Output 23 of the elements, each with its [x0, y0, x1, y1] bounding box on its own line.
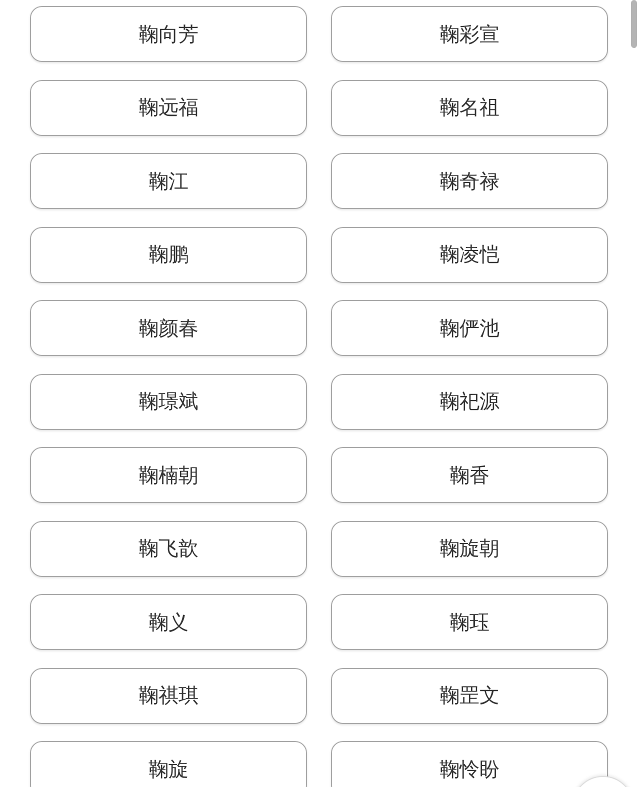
name-button[interactable]: 鞠向芳 [30, 6, 307, 62]
name-button[interactable]: 鞠罡文 [331, 668, 608, 724]
name-button[interactable]: 鞠楠朝 [30, 447, 307, 503]
name-button[interactable]: 鞠颜春 [30, 300, 307, 356]
name-button[interactable]: 鞠祀源 [331, 374, 608, 430]
name-button[interactable]: 鞠旋 [30, 741, 307, 787]
name-button[interactable]: 鞠奇禄 [331, 153, 608, 209]
name-button[interactable]: 鞠江 [30, 153, 307, 209]
name-button[interactable]: 鞠义 [30, 594, 307, 650]
name-button[interactable]: 鞠珏 [331, 594, 608, 650]
name-button[interactable]: 鞠鹏 [30, 226, 307, 282]
name-button[interactable]: 鞠怜盼 [331, 741, 608, 787]
name-button[interactable]: 鞠彩宣 [331, 6, 608, 62]
name-button[interactable]: 鞠祺琪 [30, 668, 307, 724]
name-button[interactable]: 鞠俨池 [331, 300, 608, 356]
name-button[interactable]: 鞠远福 [30, 80, 307, 136]
name-button[interactable]: 鞠旋朝 [331, 520, 608, 576]
name-button[interactable]: 鞠名祖 [331, 80, 608, 136]
name-button[interactable]: 鞠飞歆 [30, 520, 307, 576]
name-button[interactable]: 鞠凌恺 [331, 226, 608, 282]
name-button[interactable]: 鞠璟斌 [30, 374, 307, 430]
name-button[interactable]: 鞠香 [331, 447, 608, 503]
scrollbar[interactable] [631, 0, 637, 48]
